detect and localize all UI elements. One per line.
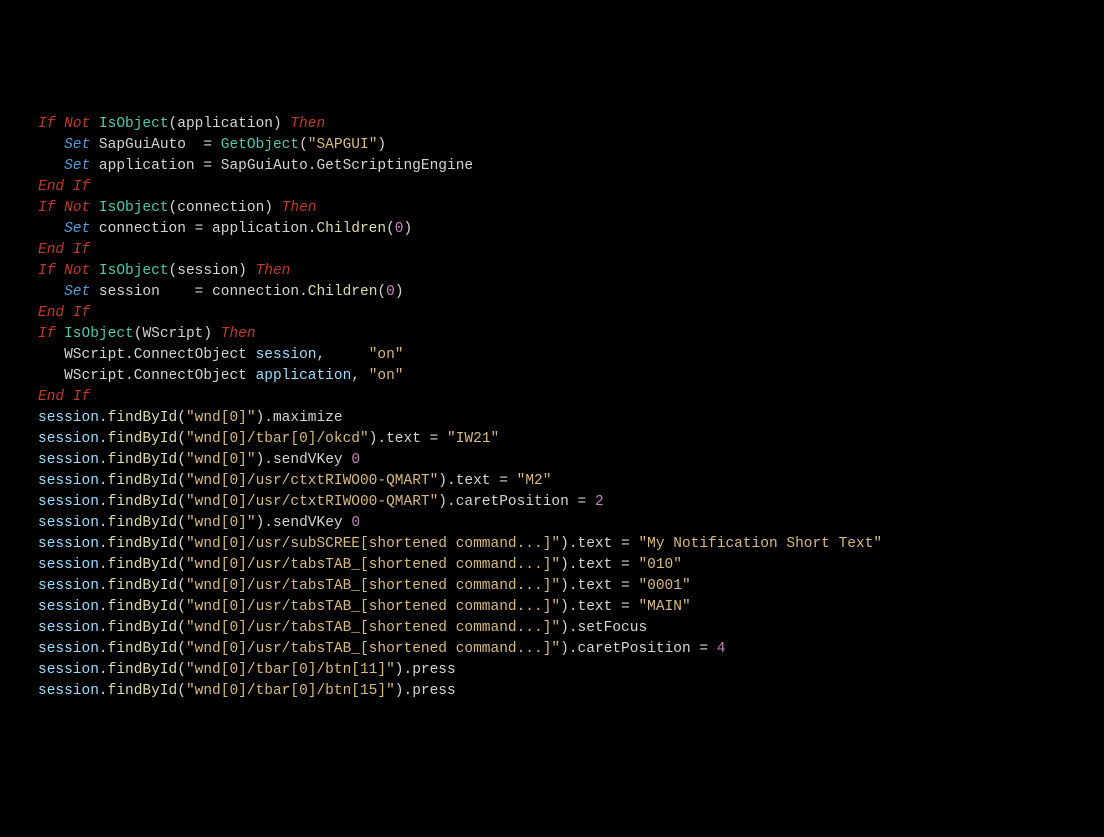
- ident-application: application: [177, 116, 273, 132]
- ident-sendvkey: sendVKey: [273, 452, 343, 468]
- string-subscree: "wnd[0]/usr/subSCREE[shortened command..…: [186, 536, 560, 552]
- keyword-set: Set: [64, 158, 90, 174]
- string-tabstab: "wnd[0]/usr/tabsTAB_[shortened command..…: [186, 557, 560, 573]
- fn-findbyid: findById: [108, 410, 178, 426]
- ident-connection: connection: [177, 200, 264, 216]
- string-sapgui: "SAPGUI": [308, 137, 378, 153]
- ident-sapguiauto: SapGuiAuto: [99, 137, 186, 153]
- keyword-end: End: [38, 179, 64, 195]
- string-010: "010": [638, 557, 682, 573]
- code-block: If Not IsObject(application) Then Set Sa…: [38, 114, 1066, 702]
- ident-text: text: [386, 431, 421, 447]
- number-two: 2: [595, 494, 604, 510]
- ident-session: session: [177, 263, 238, 279]
- string-main: "MAIN": [638, 599, 690, 615]
- ident-wscript: WScript: [142, 326, 203, 342]
- string-ctxt-qmart: "wnd[0]/usr/ctxtRIWO00-QMART": [186, 473, 438, 489]
- string-m2: "M2": [517, 473, 552, 489]
- ident-caretposition: caretPosition: [456, 494, 569, 510]
- ident-maximize: maximize: [273, 410, 343, 426]
- string-0001: "0001": [638, 578, 690, 594]
- string-btn15: "wnd[0]/tbar[0]/btn[15]": [186, 683, 395, 699]
- string-wnd0: "wnd[0]": [186, 410, 256, 426]
- ident-getscriptingengine: GetScriptingEngine: [316, 158, 473, 174]
- fn-getobject: GetObject: [221, 137, 299, 153]
- fn-children: Children: [316, 221, 386, 237]
- keyword-if: If: [38, 116, 55, 132]
- string-notif: "My Notification Short Text": [638, 536, 882, 552]
- ident-connectobject: ConnectObject: [134, 347, 247, 363]
- string-btn11: "wnd[0]/tbar[0]/btn[11]": [186, 662, 395, 678]
- ident-press: press: [412, 662, 456, 678]
- number-zero: 0: [395, 221, 404, 237]
- ident-setfocus: setFocus: [578, 620, 648, 636]
- string-tbar-okcd: "wnd[0]/tbar[0]/okcd": [186, 431, 369, 447]
- string-iw21: "IW21": [447, 431, 499, 447]
- keyword-then: Then: [290, 116, 325, 132]
- fn-isobject: IsObject: [99, 116, 169, 132]
- keyword-set: Set: [64, 137, 90, 153]
- ident-application: application: [99, 158, 195, 174]
- number-four: 4: [717, 641, 726, 657]
- keyword-not: Not: [64, 116, 90, 132]
- string-on: "on": [369, 347, 404, 363]
